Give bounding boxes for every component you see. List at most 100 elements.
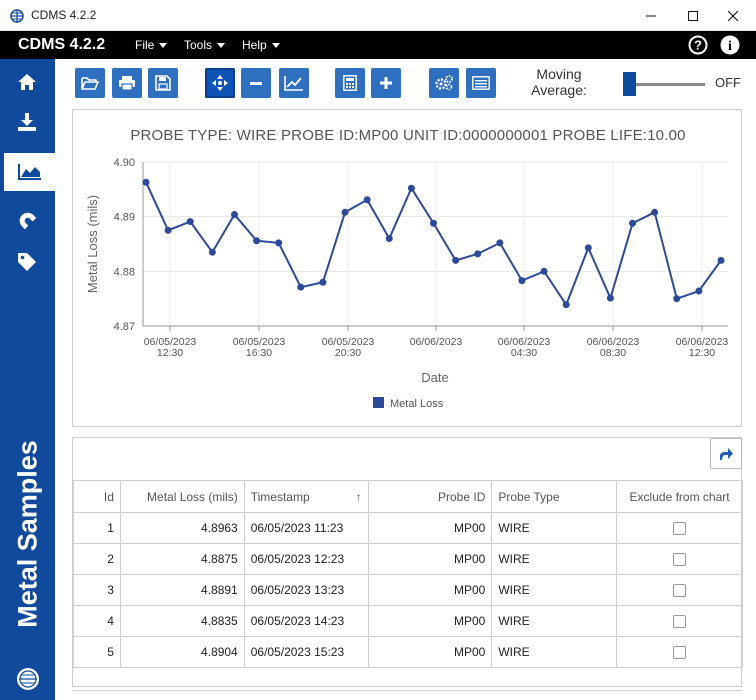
cell-id: 4	[73, 605, 121, 637]
zoom-out-button[interactable]	[241, 68, 271, 98]
sort-asc-icon: ↑	[355, 489, 362, 504]
info-icon[interactable]: i	[720, 35, 740, 55]
minimize-button[interactable]	[628, 0, 674, 31]
sidebar-item-probe[interactable]	[4, 201, 49, 239]
legend-swatch	[373, 397, 384, 408]
data-point[interactable]	[629, 219, 637, 227]
table-row[interactable]: 4 4.8835 06/05/2023 14:23 MP00 WIRE	[73, 605, 743, 637]
data-point[interactable]	[651, 208, 659, 216]
data-point[interactable]	[253, 237, 261, 245]
menu-tools[interactable]: Tools	[184, 38, 226, 52]
data-point[interactable]	[673, 295, 681, 303]
col-header-metal-loss[interactable]: Metal Loss (mils)	[119, 480, 245, 513]
data-point[interactable]	[562, 301, 570, 309]
data-point[interactable]	[717, 256, 725, 264]
data-point[interactable]	[540, 267, 548, 275]
moving-average-label: Moving Average:	[531, 66, 587, 98]
data-point[interactable]	[319, 278, 327, 286]
close-button[interactable]	[710, 0, 756, 31]
table-row[interactable]: 5 4.8904 06/05/2023 15:23 MP00 WIRE	[73, 636, 743, 668]
data-point[interactable]	[518, 277, 526, 285]
col-header-probe-id[interactable]: Probe ID	[367, 480, 493, 513]
data-point[interactable]	[230, 210, 238, 218]
gears-icon	[435, 75, 453, 91]
metal-loss-chart[interactable]: 4.874.884.894.9006/05/202312:3006/05/202…	[73, 110, 741, 426]
moving-average-state: OFF	[715, 75, 741, 90]
cell-metal-loss: 4.8904	[119, 636, 245, 668]
print-button[interactable]	[112, 68, 142, 98]
cell-timestamp: 06/05/2023 11:23	[243, 512, 369, 544]
data-point[interactable]	[186, 218, 194, 226]
data-point[interactable]	[430, 219, 437, 227]
list-button[interactable]	[466, 68, 496, 98]
slider-track	[636, 83, 705, 86]
save-icon	[155, 75, 171, 91]
calculator-button[interactable]	[335, 68, 365, 98]
col-header-probe-type[interactable]: Probe Type	[491, 480, 618, 513]
settings-button[interactable]	[429, 68, 459, 98]
y-tick-label: 4.88	[114, 266, 135, 278]
data-point[interactable]	[341, 208, 349, 216]
exclude-checkbox[interactable]	[673, 553, 687, 567]
exclude-checkbox[interactable]	[673, 615, 687, 629]
download-icon	[17, 113, 36, 131]
table-row[interactable]: 2 4.8875 06/05/2023 12:23 MP00 WIRE	[73, 543, 743, 575]
sidebar-item-home[interactable]	[4, 63, 49, 101]
table-row[interactable]: 3 4.8891 06/05/2023 13:23 MP00 WIRE	[73, 574, 743, 606]
series-line-metal-loss	[145, 181, 722, 307]
trend-button[interactable]	[279, 68, 309, 98]
menu-tools-label: Tools	[184, 38, 213, 52]
data-point[interactable]	[363, 196, 371, 204]
x-tick-label: 12:30	[689, 347, 715, 359]
cell-probe-id: MP00	[367, 605, 493, 637]
cell-metal-loss: 4.8875	[119, 543, 245, 575]
data-point[interactable]	[496, 239, 504, 247]
data-point[interactable]	[275, 239, 283, 247]
data-point[interactable]	[452, 256, 460, 264]
data-point[interactable]	[695, 287, 703, 295]
exclude-checkbox[interactable]	[673, 646, 687, 660]
cell-metal-loss: 4.8891	[119, 574, 245, 606]
sidebar-item-download[interactable]	[4, 103, 49, 141]
data-point[interactable]	[407, 184, 415, 192]
data-point[interactable]	[584, 244, 592, 252]
window-title: CDMS 4.2.2	[31, 8, 97, 22]
chevron-down-icon	[217, 43, 226, 49]
cell-probe-id: MP00	[367, 636, 493, 668]
data-point[interactable]	[606, 294, 614, 302]
menu-help[interactable]: Help	[242, 38, 280, 52]
exclude-checkbox[interactable]	[673, 522, 687, 536]
plus-icon	[380, 77, 392, 89]
data-point[interactable]	[208, 248, 216, 256]
table-row[interactable]: 1 4.8963 06/05/2023 11:23 MP00 WIRE	[73, 512, 743, 544]
data-point[interactable]	[164, 226, 172, 234]
data-point[interactable]	[385, 235, 393, 243]
share-arrow-icon	[720, 447, 733, 460]
data-point[interactable]	[474, 250, 482, 258]
menu-file[interactable]: File	[135, 38, 168, 52]
open-button[interactable]	[75, 68, 105, 98]
sidebar-title: Metal Samples	[0, 414, 55, 654]
sidebar-item-tags[interactable]	[4, 243, 49, 281]
cell-probe-id: MP00	[367, 574, 493, 606]
data-point[interactable]	[142, 178, 150, 186]
sidebar-item-chart[interactable]	[4, 153, 55, 191]
add-button[interactable]	[371, 68, 401, 98]
col-header-timestamp[interactable]: Timestamp ↑	[243, 480, 369, 513]
x-tick-label: 08:30	[600, 347, 626, 359]
export-button[interactable]	[710, 438, 742, 469]
legend-label[interactable]: Metal Loss	[390, 398, 444, 410]
save-button[interactable]	[148, 68, 178, 98]
moving-average-slider[interactable]	[623, 72, 705, 96]
data-point[interactable]	[297, 283, 305, 291]
help-icon[interactable]: ?	[688, 35, 708, 55]
x-tick-label: 16:30	[246, 347, 272, 359]
slider-handle[interactable]	[623, 72, 636, 96]
exclude-checkbox[interactable]	[673, 584, 687, 598]
x-tick-label: 20:30	[335, 347, 361, 359]
col-header-id[interactable]: Id	[73, 480, 121, 513]
pan-button[interactable]	[205, 68, 235, 98]
col-header-exclude[interactable]: Exclude from chart	[616, 480, 743, 513]
maximize-icon	[688, 10, 698, 21]
cell-probe-id: MP00	[367, 543, 493, 575]
